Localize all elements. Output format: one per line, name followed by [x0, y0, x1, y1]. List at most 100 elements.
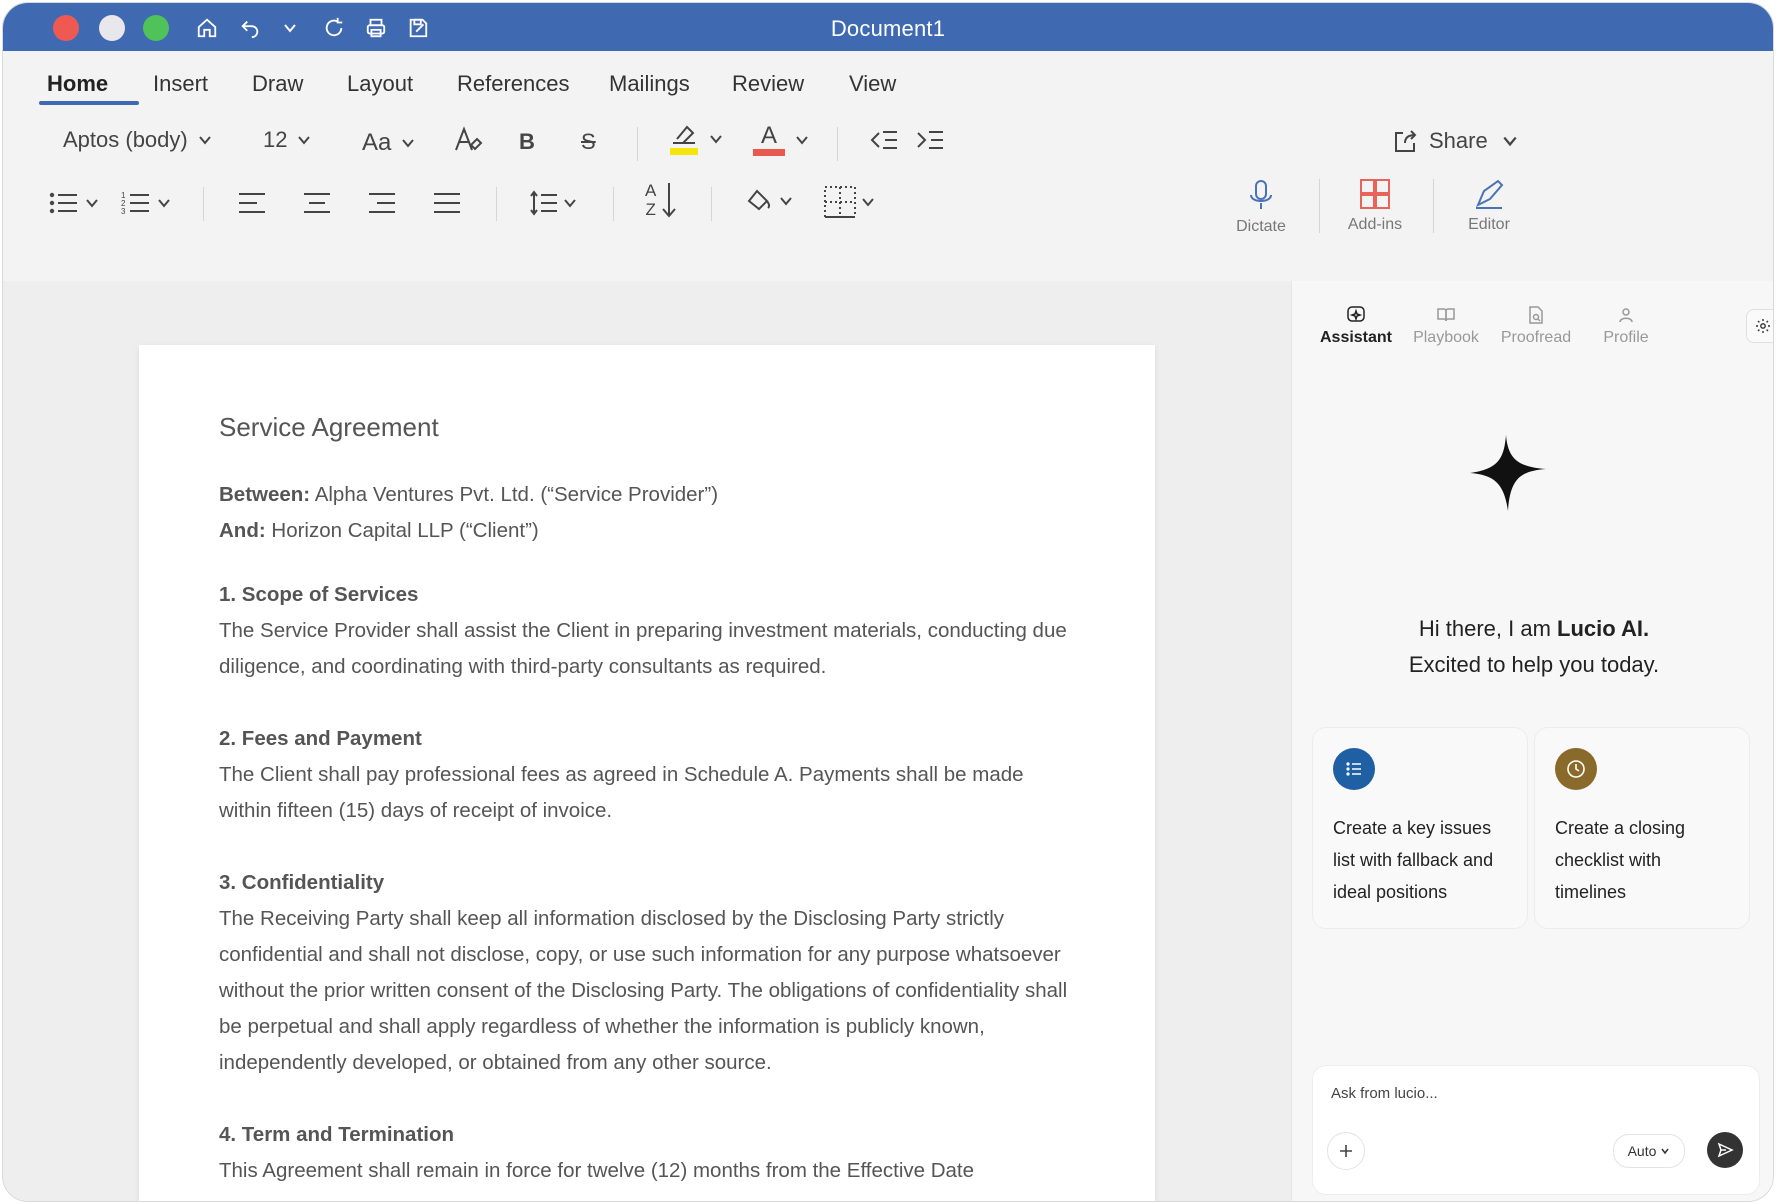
divider	[637, 127, 638, 161]
section-title: 2. Fees and Payment	[219, 727, 422, 750]
suggestion-card-closing-checklist[interactable]: Create a closing checklist with timeline…	[1534, 727, 1750, 929]
highlighter-icon	[673, 125, 695, 144]
clear-formatting-button[interactable]	[453, 125, 483, 155]
share-label: Share	[1429, 128, 1488, 153]
tab-home[interactable]: Home	[47, 71, 108, 97]
line-spacing-icon	[530, 190, 557, 216]
tab-layout[interactable]: Layout	[347, 71, 413, 97]
chevron-down-icon	[1503, 136, 1517, 147]
chevron-down-icon	[158, 199, 170, 208]
app-window: Document1 Home Insert Draw Layout Refere…	[2, 2, 1774, 1202]
book-icon	[1437, 308, 1455, 322]
divider	[1433, 179, 1434, 233]
highlight-color-button[interactable]	[669, 123, 723, 155]
strikethrough-button[interactable]: S	[581, 129, 596, 155]
document-canvas[interactable]: Service Agreement Between: Alpha Venture…	[3, 281, 1291, 1201]
and-text: Horizon Capital LLP (“Client”)	[265, 519, 539, 542]
panel-tab-playbook[interactable]: Playbook	[1406, 305, 1486, 347]
gear-icon	[1756, 319, 1770, 333]
panel-tab-profile[interactable]: Profile	[1590, 305, 1662, 347]
chevron-down-icon	[198, 136, 211, 145]
editor-button[interactable]: Editor	[1459, 177, 1519, 234]
change-case-label: Aa	[362, 129, 392, 156]
add-ins-button[interactable]: Add-ins	[1343, 177, 1407, 234]
increase-indent-icon	[917, 131, 943, 149]
document-search-icon	[1529, 306, 1543, 324]
suggestion-card-text: Create a key issues list with fallback a…	[1333, 818, 1494, 902]
panel-tab-label: Proofread	[1500, 329, 1572, 346]
sort-letter-a: A	[645, 181, 657, 200]
divider	[203, 187, 204, 221]
tab-draw[interactable]: Draw	[252, 71, 303, 97]
section-body: The Receiving Party shall keep all infor…	[219, 907, 1068, 1074]
sort-button[interactable]: A Z	[645, 181, 678, 219]
align-right-button[interactable]	[367, 189, 397, 217]
numbered-list-button[interactable]: 123	[121, 189, 171, 217]
bullet-list-button[interactable]	[49, 189, 99, 217]
section-title: 3. Confidentiality	[219, 871, 385, 894]
align-center-icon	[304, 193, 330, 213]
chevron-down-icon	[86, 199, 98, 208]
ask-input[interactable]	[1329, 1084, 1733, 1103]
chevron-down-icon	[1661, 1148, 1670, 1155]
document-page[interactable]: Service Agreement Between: Alpha Venture…	[139, 345, 1155, 1201]
paint-bucket-icon	[747, 189, 771, 211]
share-icon	[1395, 130, 1417, 152]
tab-references[interactable]: References	[457, 71, 570, 97]
tab-review[interactable]: Review	[732, 71, 804, 97]
chevron-down-icon	[298, 136, 311, 145]
settings-button[interactable]	[1746, 309, 1773, 343]
editor-label: Editor	[1468, 216, 1510, 233]
mode-auto-dropdown[interactable]: Auto	[1613, 1134, 1685, 1168]
ribbon-tabs: Home Insert Draw Layout References Maili…	[3, 51, 1773, 111]
panel-tab-proofread[interactable]: Proofread	[1494, 305, 1578, 347]
divider	[496, 187, 497, 221]
chevron-down-icon	[402, 139, 415, 148]
chevron-down-icon	[780, 197, 792, 206]
title-bar: Document1	[3, 3, 1773, 51]
send-button[interactable]	[1707, 1132, 1743, 1168]
greeting-prefix: Hi there, I am	[1418, 616, 1558, 641]
user-icon	[1619, 308, 1633, 323]
ask-box: Auto	[1312, 1065, 1760, 1195]
font-size-value: 12	[263, 127, 288, 152]
editor-pen-icon	[1476, 179, 1504, 209]
change-case-button[interactable]: Aa	[362, 129, 415, 157]
clear-formatting-icon	[455, 126, 483, 151]
shading-button[interactable]	[745, 187, 793, 215]
divider	[711, 187, 712, 221]
font-color-swatch	[753, 149, 785, 156]
active-tab-indicator	[39, 101, 139, 105]
tab-insert[interactable]: Insert	[153, 71, 208, 97]
panel-tab-assistant[interactable]: Assistant	[1316, 305, 1396, 347]
greeting-line2: Excited to help you today.	[1408, 652, 1660, 677]
panel-tab-label: Profile	[1603, 329, 1649, 346]
align-right-icon	[369, 193, 395, 213]
tab-mailings[interactable]: Mailings	[609, 71, 690, 97]
chevron-down-icon	[564, 199, 576, 208]
line-spacing-button[interactable]	[529, 189, 577, 217]
font-name-dropdown[interactable]: Aptos (body)	[63, 127, 212, 153]
share-button[interactable]: Share	[1391, 127, 1518, 155]
between-text: Alpha Ventures Pvt. Ltd. (“Service Provi…	[310, 483, 719, 506]
align-center-button[interactable]	[302, 189, 332, 217]
assistant-icon	[1347, 306, 1365, 322]
decrease-indent-button[interactable]	[869, 127, 899, 155]
microphone-icon	[1250, 180, 1272, 209]
font-size-dropdown[interactable]: 12	[263, 127, 311, 153]
increase-indent-button[interactable]	[915, 127, 945, 155]
parties-between: Between: Alpha Ventures Pvt. Ltd. (“Serv…	[219, 477, 1079, 513]
dictate-button[interactable]: Dictate	[1231, 179, 1291, 236]
suggestion-card-key-issues[interactable]: Create a key issues list with fallback a…	[1312, 727, 1528, 929]
borders-button[interactable]	[823, 185, 875, 219]
justify-button[interactable]	[432, 189, 462, 217]
tab-view[interactable]: View	[849, 71, 896, 97]
font-color-button[interactable]: A	[753, 123, 809, 156]
list-icon	[1333, 748, 1375, 790]
bold-button[interactable]: B	[519, 129, 535, 155]
bullet-list-icon	[49, 192, 77, 214]
align-left-button[interactable]	[237, 189, 267, 217]
justify-icon	[434, 193, 460, 213]
attach-plus-button[interactable]	[1327, 1132, 1365, 1170]
section-body: This Agreement shall remain in force for…	[219, 1159, 975, 1182]
